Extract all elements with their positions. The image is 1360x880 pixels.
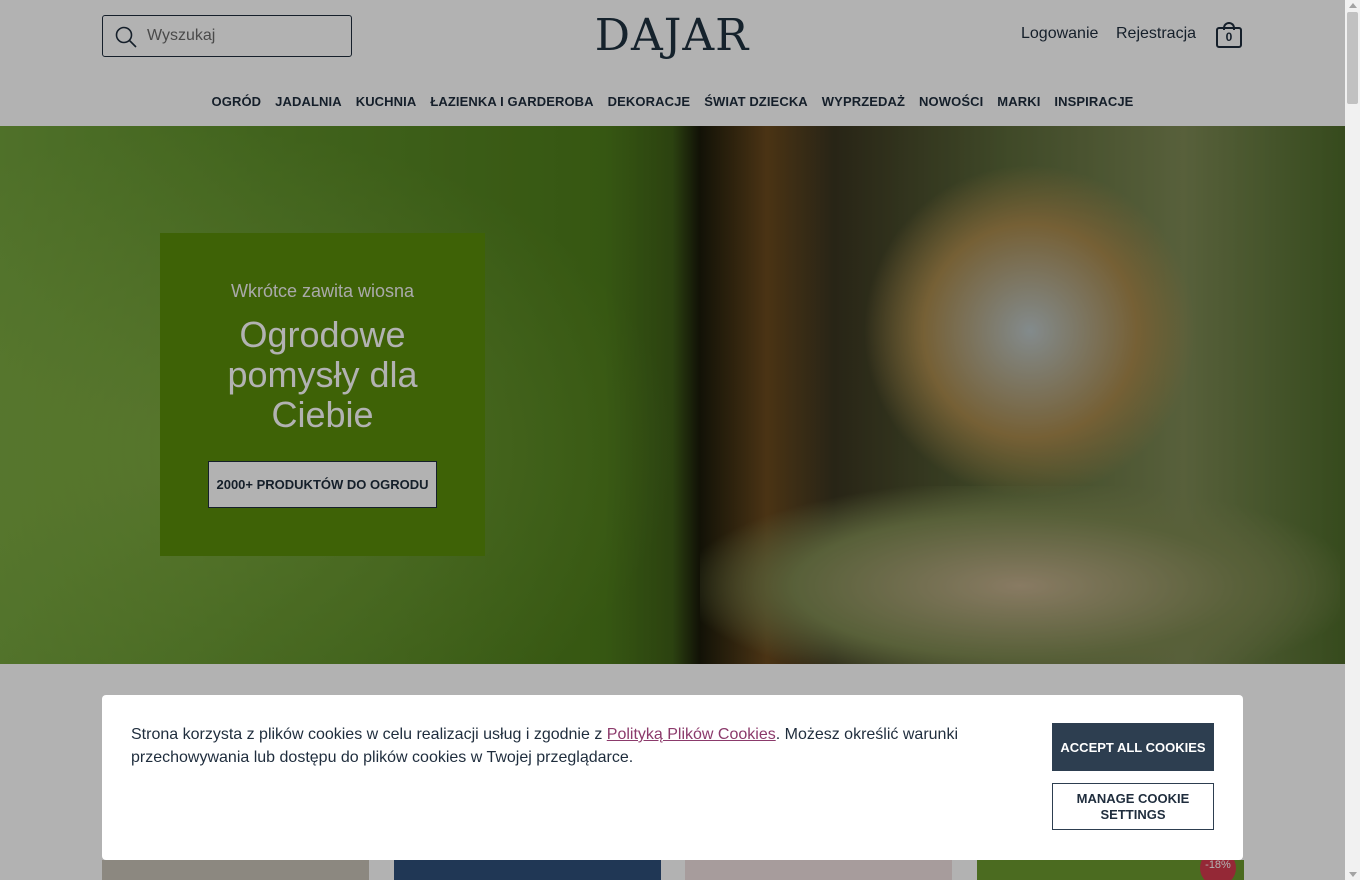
scroll-up-arrow-icon[interactable] (1349, 3, 1357, 8)
cookie-policy-link[interactable]: Polityką Plików Cookies (607, 726, 776, 743)
scrollbar-thumb[interactable] (1347, 12, 1358, 104)
scroll-down-arrow-icon[interactable] (1349, 872, 1357, 877)
manage-cookie-settings-button[interactable]: MANAGE COOKIE SETTINGS (1052, 783, 1214, 830)
page-scrollbar[interactable] (1345, 0, 1360, 880)
accept-all-cookies-button[interactable]: ACCEPT ALL COOKIES (1052, 723, 1214, 771)
cookie-text-start: Strona korzysta z plików cookies w celu … (131, 726, 607, 743)
cookie-message: Strona korzysta z plików cookies w celu … (131, 723, 1051, 769)
cookie-consent-dialog: Strona korzysta z plików cookies w celu … (102, 695, 1243, 860)
